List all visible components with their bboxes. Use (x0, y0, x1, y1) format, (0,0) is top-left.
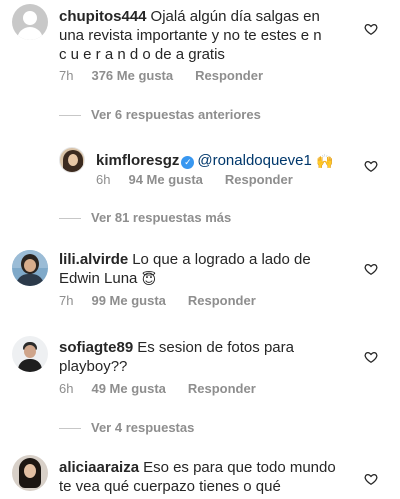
heart-icon[interactable] (364, 22, 378, 36)
avatar[interactable] (12, 4, 48, 40)
view-replies-button[interactable]: Ver 4 respuestas (59, 420, 194, 435)
heart-icon[interactable] (364, 159, 378, 173)
comment-text: sofiagte89 Es sesion de fotos para playbo… (59, 339, 294, 375)
reply-button[interactable]: Responder (195, 68, 263, 83)
comment-username[interactable]: aliciaaraiza (59, 459, 139, 476)
reply-button[interactable]: Responder (188, 381, 256, 396)
raising-hands-emoji: 🙌 (316, 153, 334, 169)
reply-button[interactable]: Responder (188, 293, 256, 308)
heart-icon[interactable] (364, 472, 378, 486)
likes-count[interactable]: 99 Me gusta (91, 293, 165, 308)
avatar[interactable] (12, 336, 48, 372)
comment-username[interactable]: sofiagte89 (59, 339, 133, 356)
comment-text: lili.alvirde Lo que a logrado a lado de E… (59, 251, 311, 287)
likes-count[interactable]: 94 Me gusta (128, 172, 202, 187)
avatar[interactable] (12, 250, 48, 286)
avatar[interactable] (12, 455, 48, 491)
default-avatar-icon (23, 11, 37, 25)
comment-username[interactable]: chupitos444 (59, 8, 147, 25)
comment-time: 6h (96, 172, 111, 187)
comment-meta: 7h 376 Me gusta Responder (59, 68, 263, 83)
heart-icon[interactable] (364, 262, 378, 276)
likes-count[interactable]: 49 Me gusta (91, 381, 165, 396)
comment-text: chupitos444 Ojalá algún día salgas en una… (59, 8, 322, 63)
divider (59, 428, 81, 430)
divider (59, 115, 81, 117)
likes-count[interactable]: 376 Me gusta (91, 68, 173, 83)
comment-time: 7h (59, 293, 74, 308)
comment-meta: 7h 99 Me gusta Responder (59, 293, 256, 308)
verified-badge-icon: ✓ (181, 156, 195, 169)
comment-meta: 6h 49 Me gusta Responder (59, 381, 256, 396)
comment-text: aliciaaraiza Eso es para que todo mundo t… (59, 459, 336, 495)
view-previous-replies-button[interactable]: Ver 6 respuestas anteriores (59, 107, 261, 122)
comment-time: 7h (59, 68, 74, 83)
comment-text: kimfloresgz ✓ @ronaldoqueve1 🙌 (96, 151, 366, 170)
comment-username[interactable]: lili.alvirde (59, 251, 128, 268)
reply-button[interactable]: Responder (225, 172, 293, 187)
comments-screen: chupitos444 Ojalá algún día salgas en una… (0, 0, 400, 499)
mention-link[interactable]: @ronaldoqueve1 (197, 152, 311, 169)
heart-icon[interactable] (364, 350, 378, 364)
comment-username[interactable]: kimfloresgz (96, 152, 179, 169)
comment-time: 6h (59, 381, 74, 396)
smiling-face-with-halo-emoji: 😇 (141, 271, 157, 287)
avatar[interactable] (59, 147, 85, 173)
view-more-replies-button[interactable]: Ver 81 respuestas más (59, 210, 231, 225)
comment-meta: 6h 94 Me gusta Responder (96, 172, 293, 187)
divider (59, 218, 81, 220)
